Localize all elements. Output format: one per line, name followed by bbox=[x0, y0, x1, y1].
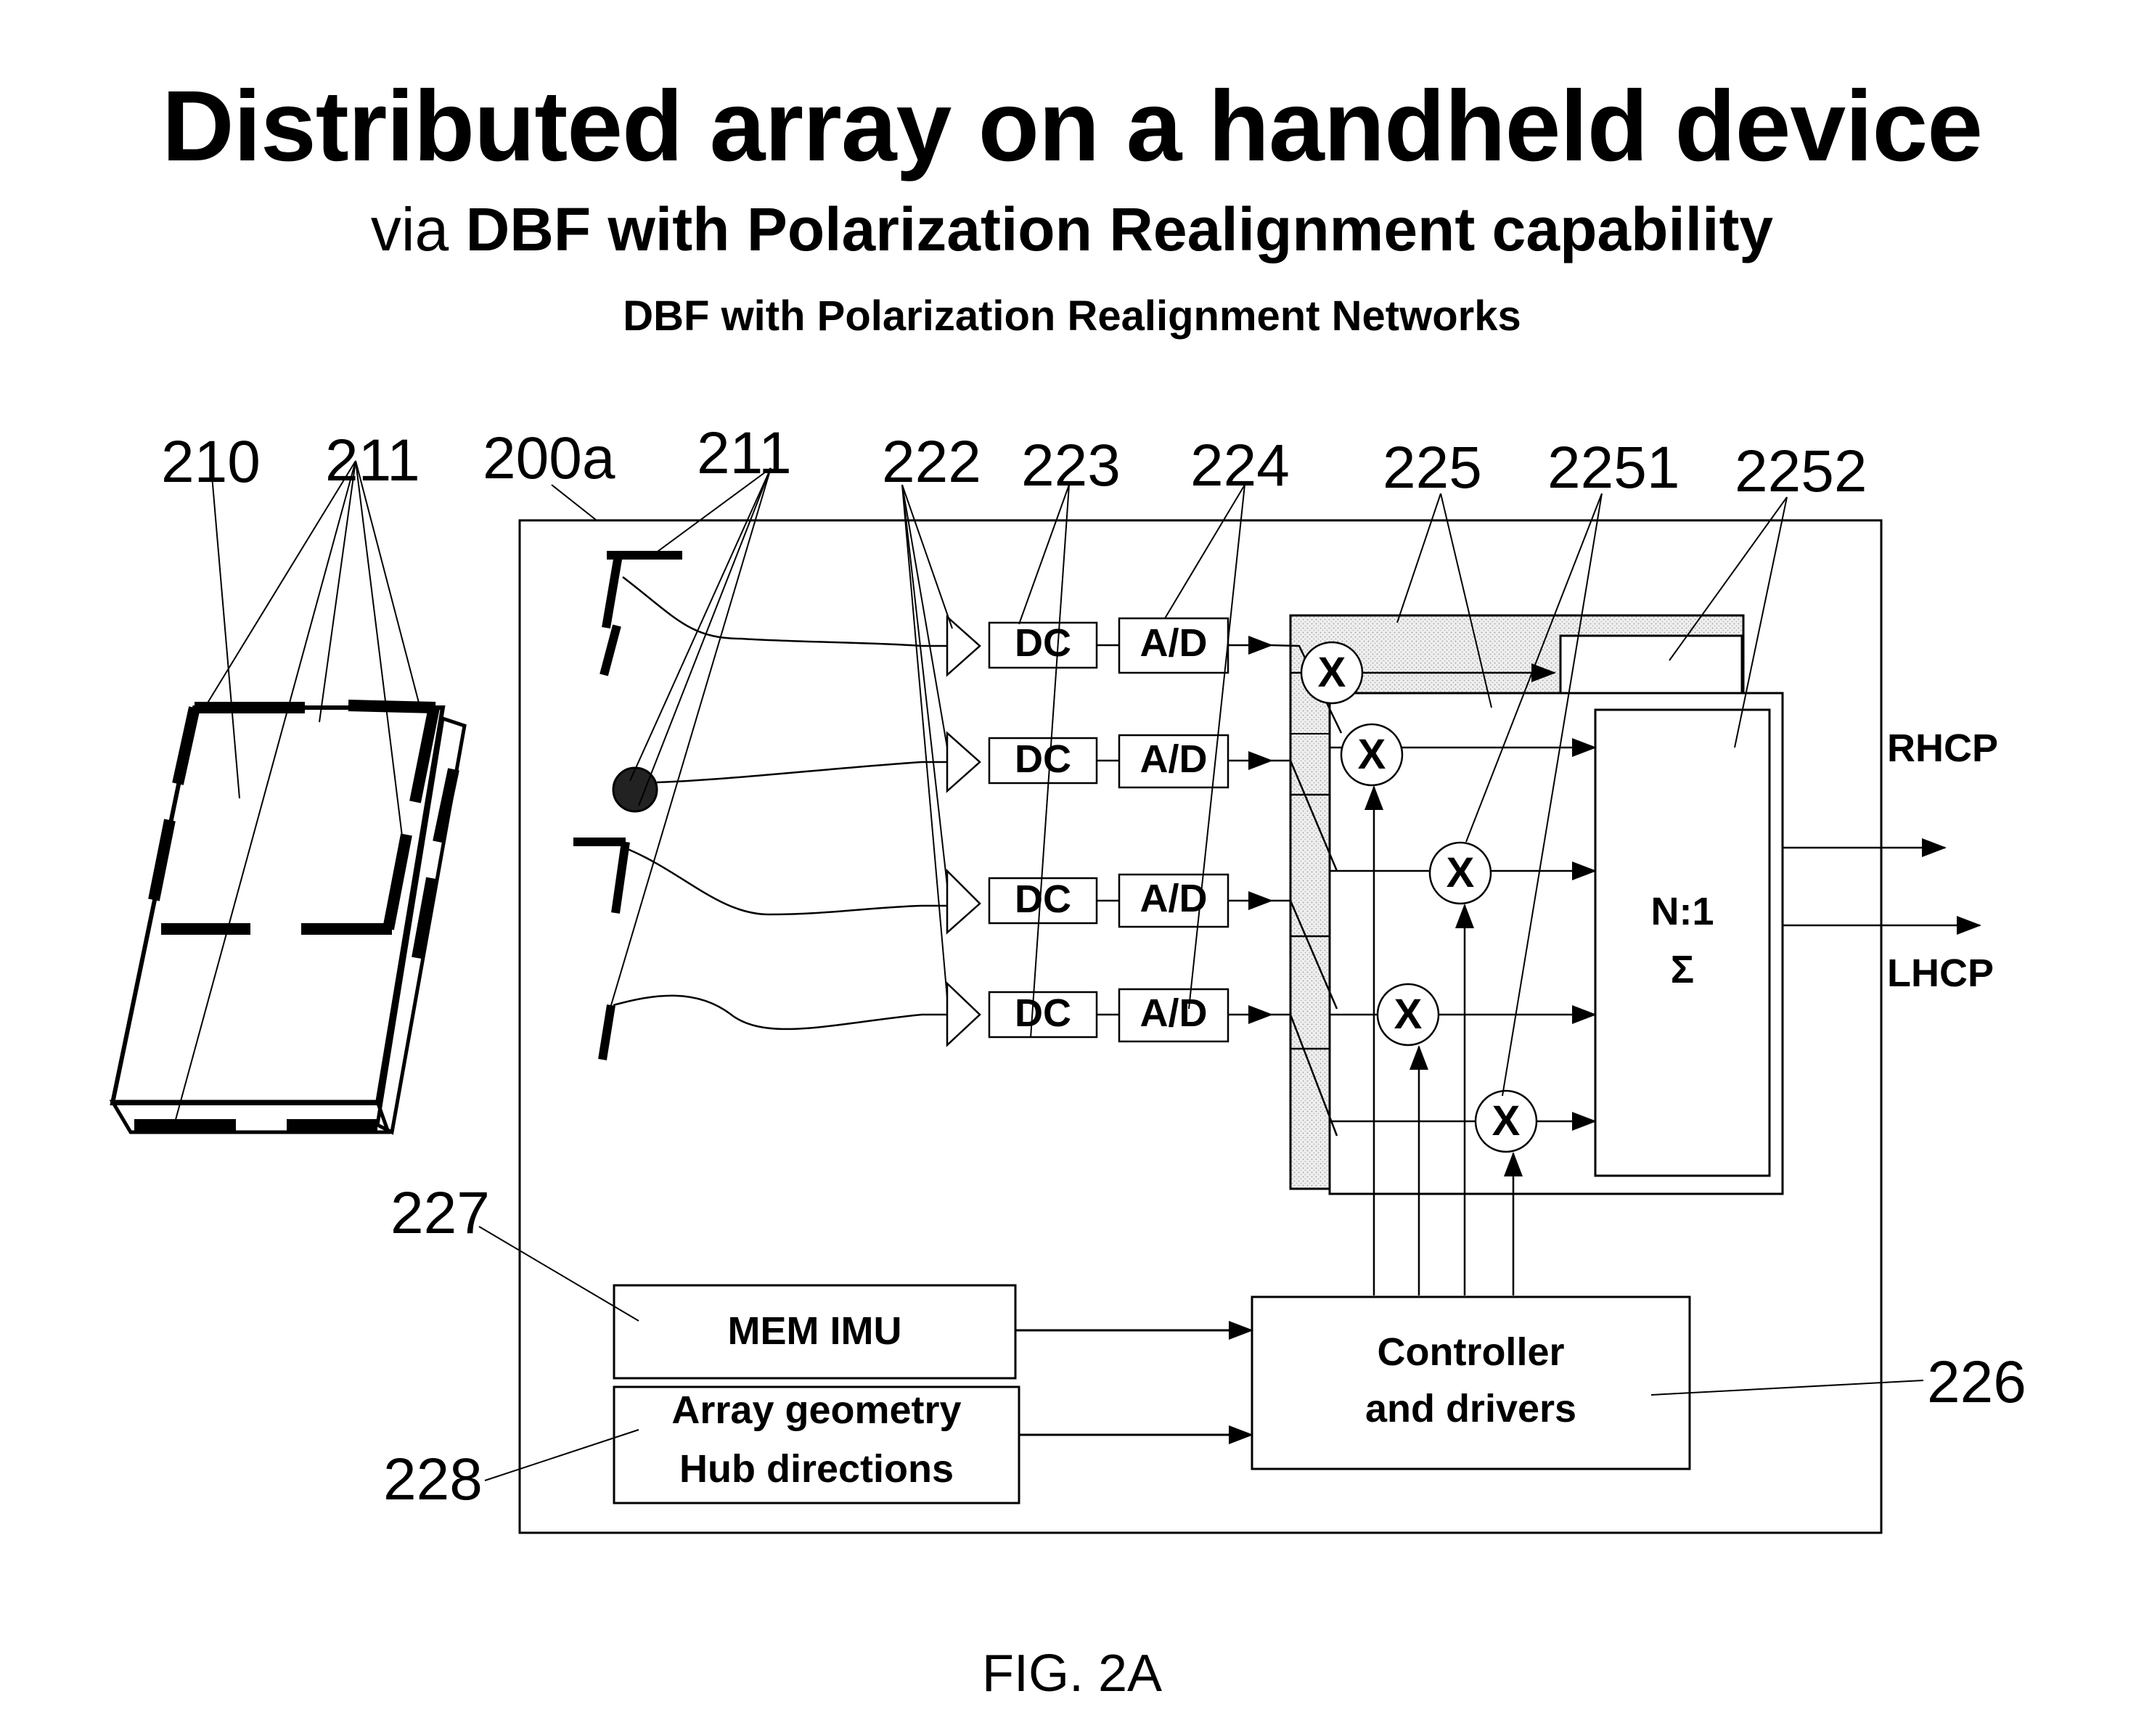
output-lhcp: LHCP bbox=[1887, 951, 1994, 995]
ref-211-array: 211 bbox=[697, 420, 792, 486]
controller-label: Controller bbox=[1377, 1330, 1565, 1374]
lna-2 bbox=[946, 731, 981, 793]
ad-block-4: A/D bbox=[1139, 991, 1208, 1035]
ref-211-device: 211 bbox=[325, 427, 420, 494]
block-diagram bbox=[109, 458, 1981, 1534]
antenna-elements bbox=[573, 467, 922, 1060]
handheld-device bbox=[109, 458, 467, 1135]
ref-2252: 2252 bbox=[1735, 438, 1867, 504]
multiplier-1-label: X bbox=[1317, 649, 1346, 696]
ad-block-3: A/D bbox=[1139, 877, 1208, 920]
dc-block-4: DC bbox=[1015, 991, 1071, 1035]
lna-4 bbox=[946, 981, 981, 1047]
ref-210: 210 bbox=[161, 429, 261, 495]
lower-arrows bbox=[1015, 1321, 1253, 1444]
dc-block-1: DC bbox=[1015, 621, 1071, 665]
controller-box bbox=[1251, 1295, 1691, 1470]
multiplier-2-label: X bbox=[1357, 731, 1386, 778]
ref-224: 224 bbox=[1190, 433, 1290, 499]
combiner-front bbox=[1594, 708, 1771, 1177]
combiner-ratio: N:1 bbox=[1650, 890, 1714, 933]
array-geometry-label: Array geometry bbox=[671, 1388, 962, 1432]
ref-2251: 2251 bbox=[1547, 435, 1680, 501]
dc-block-3: DC bbox=[1015, 877, 1071, 921]
ad-output-arrows bbox=[1228, 636, 1273, 1024]
antenna-element-4 bbox=[598, 1004, 615, 1060]
multiplier-4-label: X bbox=[1394, 991, 1423, 1038]
leaders-222 bbox=[901, 484, 953, 999]
multiplier-5-label: X bbox=[1492, 1097, 1521, 1145]
ref-228: 228 bbox=[383, 1446, 483, 1512]
ref-223: 223 bbox=[1021, 433, 1121, 499]
lna-amplifiers bbox=[922, 615, 981, 1047]
ref-225: 225 bbox=[1383, 435, 1482, 501]
figure-caption: FIG. 2A bbox=[981, 1645, 1163, 1703]
lna-1 bbox=[946, 615, 981, 677]
ref-222: 222 bbox=[882, 429, 981, 495]
drivers-label: and drivers bbox=[1364, 1387, 1577, 1430]
output-rhcp: RHCP bbox=[1887, 726, 1999, 770]
ad-block-1: A/D bbox=[1139, 621, 1208, 665]
dc-block-2: DC bbox=[1015, 737, 1071, 781]
ref-226: 226 bbox=[1927, 1349, 2026, 1415]
ref-200a: 200a bbox=[483, 425, 615, 491]
antenna-element-3 bbox=[573, 838, 630, 914]
hub-directions-label: Hub directions bbox=[679, 1447, 954, 1491]
multiplier-3-label: X bbox=[1446, 849, 1475, 896]
lna-3 bbox=[946, 868, 981, 935]
mem-imu-label: MEM IMU bbox=[727, 1309, 902, 1353]
ad-block-2: A/D bbox=[1139, 737, 1208, 781]
combiner-sum-symbol: Σ bbox=[1670, 948, 1695, 991]
device-leader-lines bbox=[173, 458, 420, 1126]
ref-227: 227 bbox=[390, 1180, 490, 1246]
